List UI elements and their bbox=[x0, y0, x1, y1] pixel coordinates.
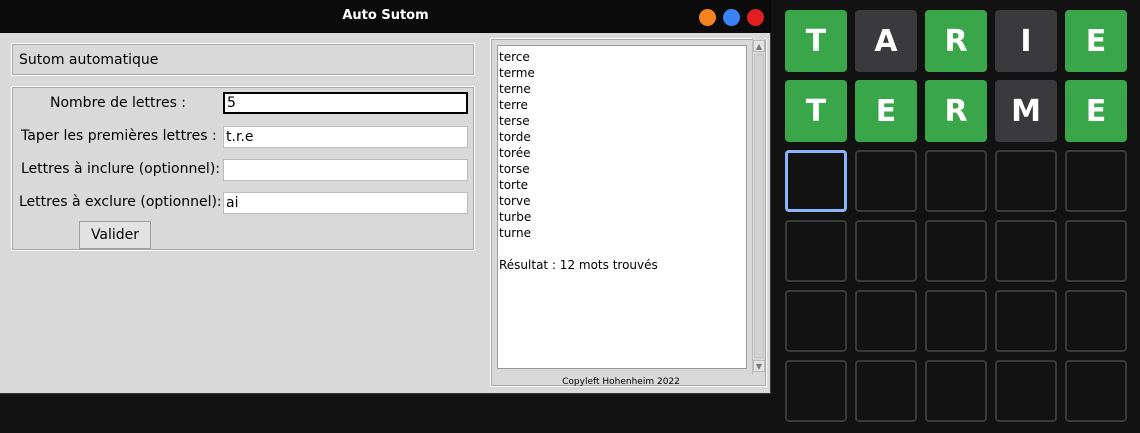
exclude-letters-label: Lettres à exclure (optionnel): bbox=[19, 194, 222, 210]
sutom-grid: TARIETERME bbox=[785, 10, 1127, 422]
first-letters-label: Taper les premières lettres : bbox=[21, 128, 217, 144]
result-word: torse bbox=[499, 162, 530, 176]
close-button[interactable] bbox=[747, 9, 764, 26]
grid-cell bbox=[925, 360, 987, 422]
scroll-up-icon[interactable]: ▲ bbox=[753, 40, 765, 52]
grid-cell bbox=[855, 220, 917, 282]
grid-cell: E bbox=[1065, 80, 1127, 142]
result-word: terre bbox=[499, 98, 528, 112]
grid-cell: I bbox=[995, 10, 1057, 72]
result-word: terme bbox=[499, 66, 535, 80]
result-word: terse bbox=[499, 114, 530, 128]
grid-cell bbox=[925, 220, 987, 282]
auto-sutom-window: Auto Sutom Sutom automatique Nombre de l… bbox=[0, 0, 771, 394]
grid-cell: T bbox=[785, 10, 847, 72]
result-word: terne bbox=[499, 82, 531, 96]
copyleft-text: Copyleft Hohenheim 2022 bbox=[562, 377, 680, 387]
grid-cell: M bbox=[995, 80, 1057, 142]
minimize-button[interactable] bbox=[699, 9, 716, 26]
result-word: torde bbox=[499, 130, 531, 144]
result-summary: Résultat : 12 mots trouvés bbox=[499, 258, 658, 272]
grid-cell bbox=[1065, 150, 1127, 212]
exclude-letters-input[interactable] bbox=[223, 192, 468, 214]
grid-cell bbox=[785, 290, 847, 352]
grid-cell bbox=[1065, 290, 1127, 352]
scroll-down-icon[interactable]: ▼ bbox=[753, 360, 765, 372]
result-word: turne bbox=[499, 226, 532, 240]
results-scrollbar[interactable]: ▲ ▼ bbox=[752, 38, 765, 375]
result-word: turbe bbox=[499, 210, 532, 224]
maximize-button[interactable] bbox=[723, 9, 740, 26]
results-list[interactable]: terce terme terne terre terse torde torée torse… bbox=[497, 45, 747, 369]
grid-cell bbox=[925, 150, 987, 212]
grid-cell bbox=[925, 290, 987, 352]
grid-cell: E bbox=[1065, 10, 1127, 72]
grid-cell bbox=[1065, 360, 1127, 422]
grid-cell bbox=[785, 220, 847, 282]
grid-cell: R bbox=[925, 80, 987, 142]
grid-cell: E bbox=[855, 80, 917, 142]
grid-cell: T bbox=[785, 80, 847, 142]
result-word: torte bbox=[499, 178, 529, 192]
grid-cell bbox=[855, 150, 917, 212]
title-bar[interactable]: Auto Sutom bbox=[0, 0, 771, 33]
grid-cell bbox=[855, 290, 917, 352]
submit-button[interactable]: Valider bbox=[79, 221, 151, 249]
result-word: torée bbox=[499, 146, 531, 160]
grid-cell bbox=[1065, 220, 1127, 282]
header-label: Sutom automatique bbox=[19, 52, 159, 68]
grid-cell bbox=[855, 360, 917, 422]
header-group: Sutom automatique bbox=[11, 43, 475, 76]
result-word: terce bbox=[499, 50, 530, 64]
grid-cell bbox=[785, 150, 847, 212]
scroll-thumb[interactable] bbox=[754, 54, 764, 358]
grid-cell bbox=[995, 290, 1057, 352]
letters-count-label: Nombre de lettres : bbox=[50, 95, 187, 111]
include-letters-label: Lettres à inclure (optionnel): bbox=[21, 161, 221, 177]
grid-cell bbox=[995, 220, 1057, 282]
grid-cell bbox=[785, 360, 847, 422]
grid-cell: A bbox=[855, 10, 917, 72]
window-title: Auto Sutom bbox=[342, 8, 429, 23]
grid-cell bbox=[995, 360, 1057, 422]
include-letters-input[interactable] bbox=[223, 159, 468, 181]
grid-cell bbox=[995, 150, 1057, 212]
letters-count-input[interactable] bbox=[223, 92, 468, 114]
grid-cell: R bbox=[925, 10, 987, 72]
first-letters-input[interactable] bbox=[223, 126, 468, 148]
result-word: torve bbox=[499, 194, 531, 208]
